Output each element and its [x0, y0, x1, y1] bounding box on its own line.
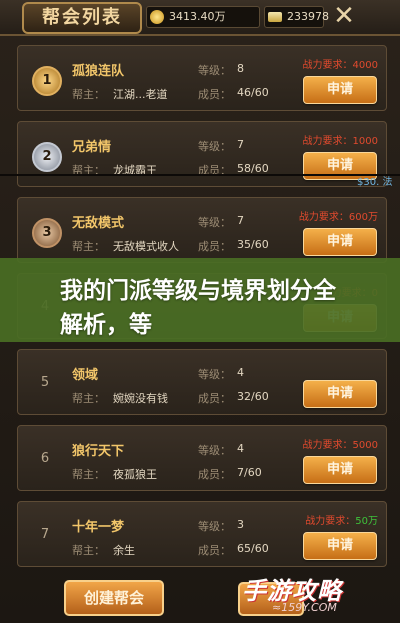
rank-badge-icon: 3 [32, 218, 62, 248]
level-label: 等级： [198, 64, 231, 77]
level-label: 等级： [198, 216, 231, 229]
guild-name: 无敌模式 [72, 216, 125, 231]
guild-name: 十年一梦 [72, 520, 125, 535]
guild-level: 4 [237, 442, 244, 455]
guild-level: 8 [237, 62, 244, 75]
leader-label: 帮主： [72, 392, 105, 405]
header-bar: 帮会列表 3413.40万 233978 ✕ [0, 0, 400, 36]
guild-members: 35/60 [237, 238, 269, 251]
rank-badge-icon: 6 [40, 451, 50, 466]
leader-label: 帮主： [72, 240, 105, 253]
apply-button[interactable]: 申请 [303, 76, 377, 104]
apply-button[interactable]: 申请 [303, 228, 377, 256]
apply-button[interactable]: 申请 [303, 532, 377, 560]
requirement-label: 战力要求： [302, 136, 353, 147]
guild-row: 7 十年一梦帮主： 余生 等级： 3 成员： 65/60 战力要求：50万申请 [17, 501, 387, 567]
members-label: 成员： [198, 88, 231, 101]
rank-badge-icon: 2 [32, 142, 62, 172]
requirement-value: 600万 [348, 212, 378, 223]
guild-name: 孤狼连队 [72, 64, 125, 79]
leader-name: 无敌模式收人 [113, 240, 179, 253]
power-requirement: 战力要求：1000 [303, 132, 378, 147]
power-requirement: 战力要求：50万 [305, 512, 378, 527]
overflow-text: $30. 法 [357, 177, 393, 188]
banner-title: 我的门派等级与境界划分全解析，等 [60, 278, 336, 338]
ingot-amount: 233978 [287, 10, 329, 23]
guild-row: 5 领域帮主： 婉婉没有钱 等级： 4 成员： 32/60 申请 [17, 349, 387, 415]
level-label: 等级： [198, 444, 231, 457]
guild-level: 3 [237, 518, 244, 531]
apply-button[interactable]: 申请 [303, 456, 377, 484]
guild-row: 6 狼行天下帮主： 夜孤狼王 等级： 4 成员： 7/60 战力要求：5000 申请 [17, 425, 387, 491]
power-requirement: 战力要求：600万 [299, 208, 378, 223]
ingot-counter: 233978 [264, 6, 329, 28]
guild-name: 兄弟情 [72, 140, 112, 155]
article-banner: 我的门派等级与境界划分全解析，等 [0, 258, 400, 342]
rank-badge-icon: 7 [40, 527, 50, 542]
guild-members: 7/60 [237, 466, 262, 479]
game-window: 帮会列表 3413.40万 233978 ✕ 1 孤狼连队 帮主： 江湖...老道 等级… [0, 0, 400, 623]
close-icon[interactable]: ✕ [328, 2, 360, 30]
guild-name: 狼行天下 [72, 444, 125, 459]
members-label: 成员： [198, 240, 231, 253]
rank-badge-icon: 1 [32, 66, 62, 96]
requirement-label: 战力要求： [298, 212, 349, 223]
members-label: 成员： [198, 468, 231, 481]
requirement-value: 4000 [352, 60, 378, 71]
requirement-label: 战力要求： [302, 60, 353, 71]
level-label: 等级： [198, 520, 231, 533]
guild-name: 领域 [72, 368, 99, 383]
leader-label: 帮主： [72, 88, 105, 101]
guild-members: 65/60 [237, 542, 269, 555]
guild-members: 32/60 [237, 390, 269, 403]
requirement-value: 5000 [352, 440, 378, 451]
ingot-icon [268, 12, 282, 22]
window-title: 帮会列表 [22, 2, 142, 34]
gold-counter: 3413.40万 [146, 6, 260, 28]
members-label: 成员： [198, 544, 231, 557]
level-label: 等级： [198, 140, 231, 153]
guild-row: 1 孤狼连队帮主： 江湖...老道 等级： 8 成员： 46/60 战力要求：4000 申请 [17, 45, 387, 111]
power-requirement: 战力要求：5000 [303, 436, 378, 451]
requirement-value: 1000 [352, 136, 378, 147]
guild-level: 7 [237, 138, 244, 151]
create-guild-button[interactable]: 创建帮会 [64, 580, 164, 616]
requirement-value: 50万 [355, 516, 378, 527]
watermark-logo: 手游攻略 ≈159Y.COM [242, 571, 392, 617]
guild-row: 2 兄弟情 帮主： 龙城霸王 等级： 7 成员： 58/60 战力要求：1000 申请 [17, 121, 387, 187]
watermark-url: ≈159Y.COM [272, 601, 337, 614]
divider [0, 174, 400, 176]
requirement-label: 战力要求： [305, 516, 356, 527]
members-label: 成员： [198, 392, 231, 405]
guild-members: 46/60 [237, 86, 269, 99]
requirement-label: 战力要求： [302, 440, 353, 451]
gold-amount: 3413.40万 [169, 10, 226, 23]
leader-name: 余生 [113, 544, 135, 557]
leader-label: 帮主： [72, 468, 105, 481]
leader-name: 婉婉没有钱 [113, 392, 168, 405]
guild-level: 7 [237, 214, 244, 227]
gold-coin-icon [150, 10, 164, 24]
rank-badge-icon: 5 [40, 375, 50, 390]
guild-row: 3 无敌模式帮主： 无敌模式收人 等级： 7 成员： 35/60 战力要求：600万申请 [17, 197, 387, 263]
power-requirement: 战力要求：4000 [303, 56, 378, 71]
guild-level: 4 [237, 366, 244, 379]
leader-name: 夜孤狼王 [113, 468, 157, 481]
leader-label: 帮主： [72, 544, 105, 557]
apply-button[interactable]: 申请 [303, 380, 377, 408]
leader-name: 江湖...老道 [113, 88, 168, 101]
level-label: 等级： [198, 368, 231, 381]
